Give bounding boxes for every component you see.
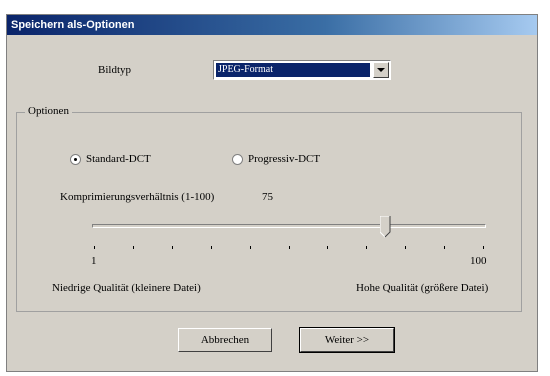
image-type-label: Bildtyp bbox=[98, 64, 132, 76]
slider-tick bbox=[210, 246, 212, 249]
slider-tick bbox=[483, 246, 484, 249]
slider-max-label: 100 bbox=[470, 255, 487, 267]
compression-slider-thumb[interactable] bbox=[379, 216, 391, 238]
next-button[interactable]: Weiter >> bbox=[299, 327, 395, 353]
high-quality-caption: Hohe Qualität (größere Datei) bbox=[356, 282, 489, 294]
radio-selected-dot bbox=[74, 158, 77, 161]
slider-tick bbox=[366, 246, 368, 249]
standard-dct-label[interactable]: Standard-DCT bbox=[86, 153, 151, 165]
dropdown-button[interactable] bbox=[373, 62, 389, 78]
chevron-down-icon bbox=[377, 68, 385, 72]
compression-slider-track[interactable] bbox=[92, 224, 486, 228]
image-type-selected-value: JPEG-Format bbox=[216, 63, 370, 77]
image-type-select[interactable]: JPEG-Format bbox=[213, 60, 391, 80]
compression-label: Komprimierungsverhältnis (1-100) bbox=[60, 191, 215, 203]
compression-value: 75 bbox=[262, 191, 273, 203]
slider-min-label: 1 bbox=[91, 255, 97, 267]
slider-tick bbox=[288, 246, 290, 249]
window-title: Speichern als-Optionen bbox=[7, 15, 537, 35]
slider-tick bbox=[249, 246, 251, 249]
progressive-dct-label[interactable]: Progressiv-DCT bbox=[248, 153, 320, 165]
low-quality-caption: Niedrige Qualität (kleinere Datei) bbox=[52, 282, 201, 294]
slider-tick bbox=[444, 246, 446, 249]
slider-tick bbox=[132, 246, 134, 249]
slider-tick bbox=[94, 246, 95, 249]
radio-progressive-dct[interactable] bbox=[232, 154, 243, 165]
cancel-button[interactable]: Abbrechen bbox=[178, 328, 272, 352]
slider-tick bbox=[405, 246, 407, 249]
radio-standard-dct[interactable] bbox=[70, 154, 81, 165]
options-group-label: Optionen bbox=[25, 105, 72, 117]
slider-tick bbox=[171, 246, 173, 249]
slider-tick bbox=[327, 246, 329, 249]
